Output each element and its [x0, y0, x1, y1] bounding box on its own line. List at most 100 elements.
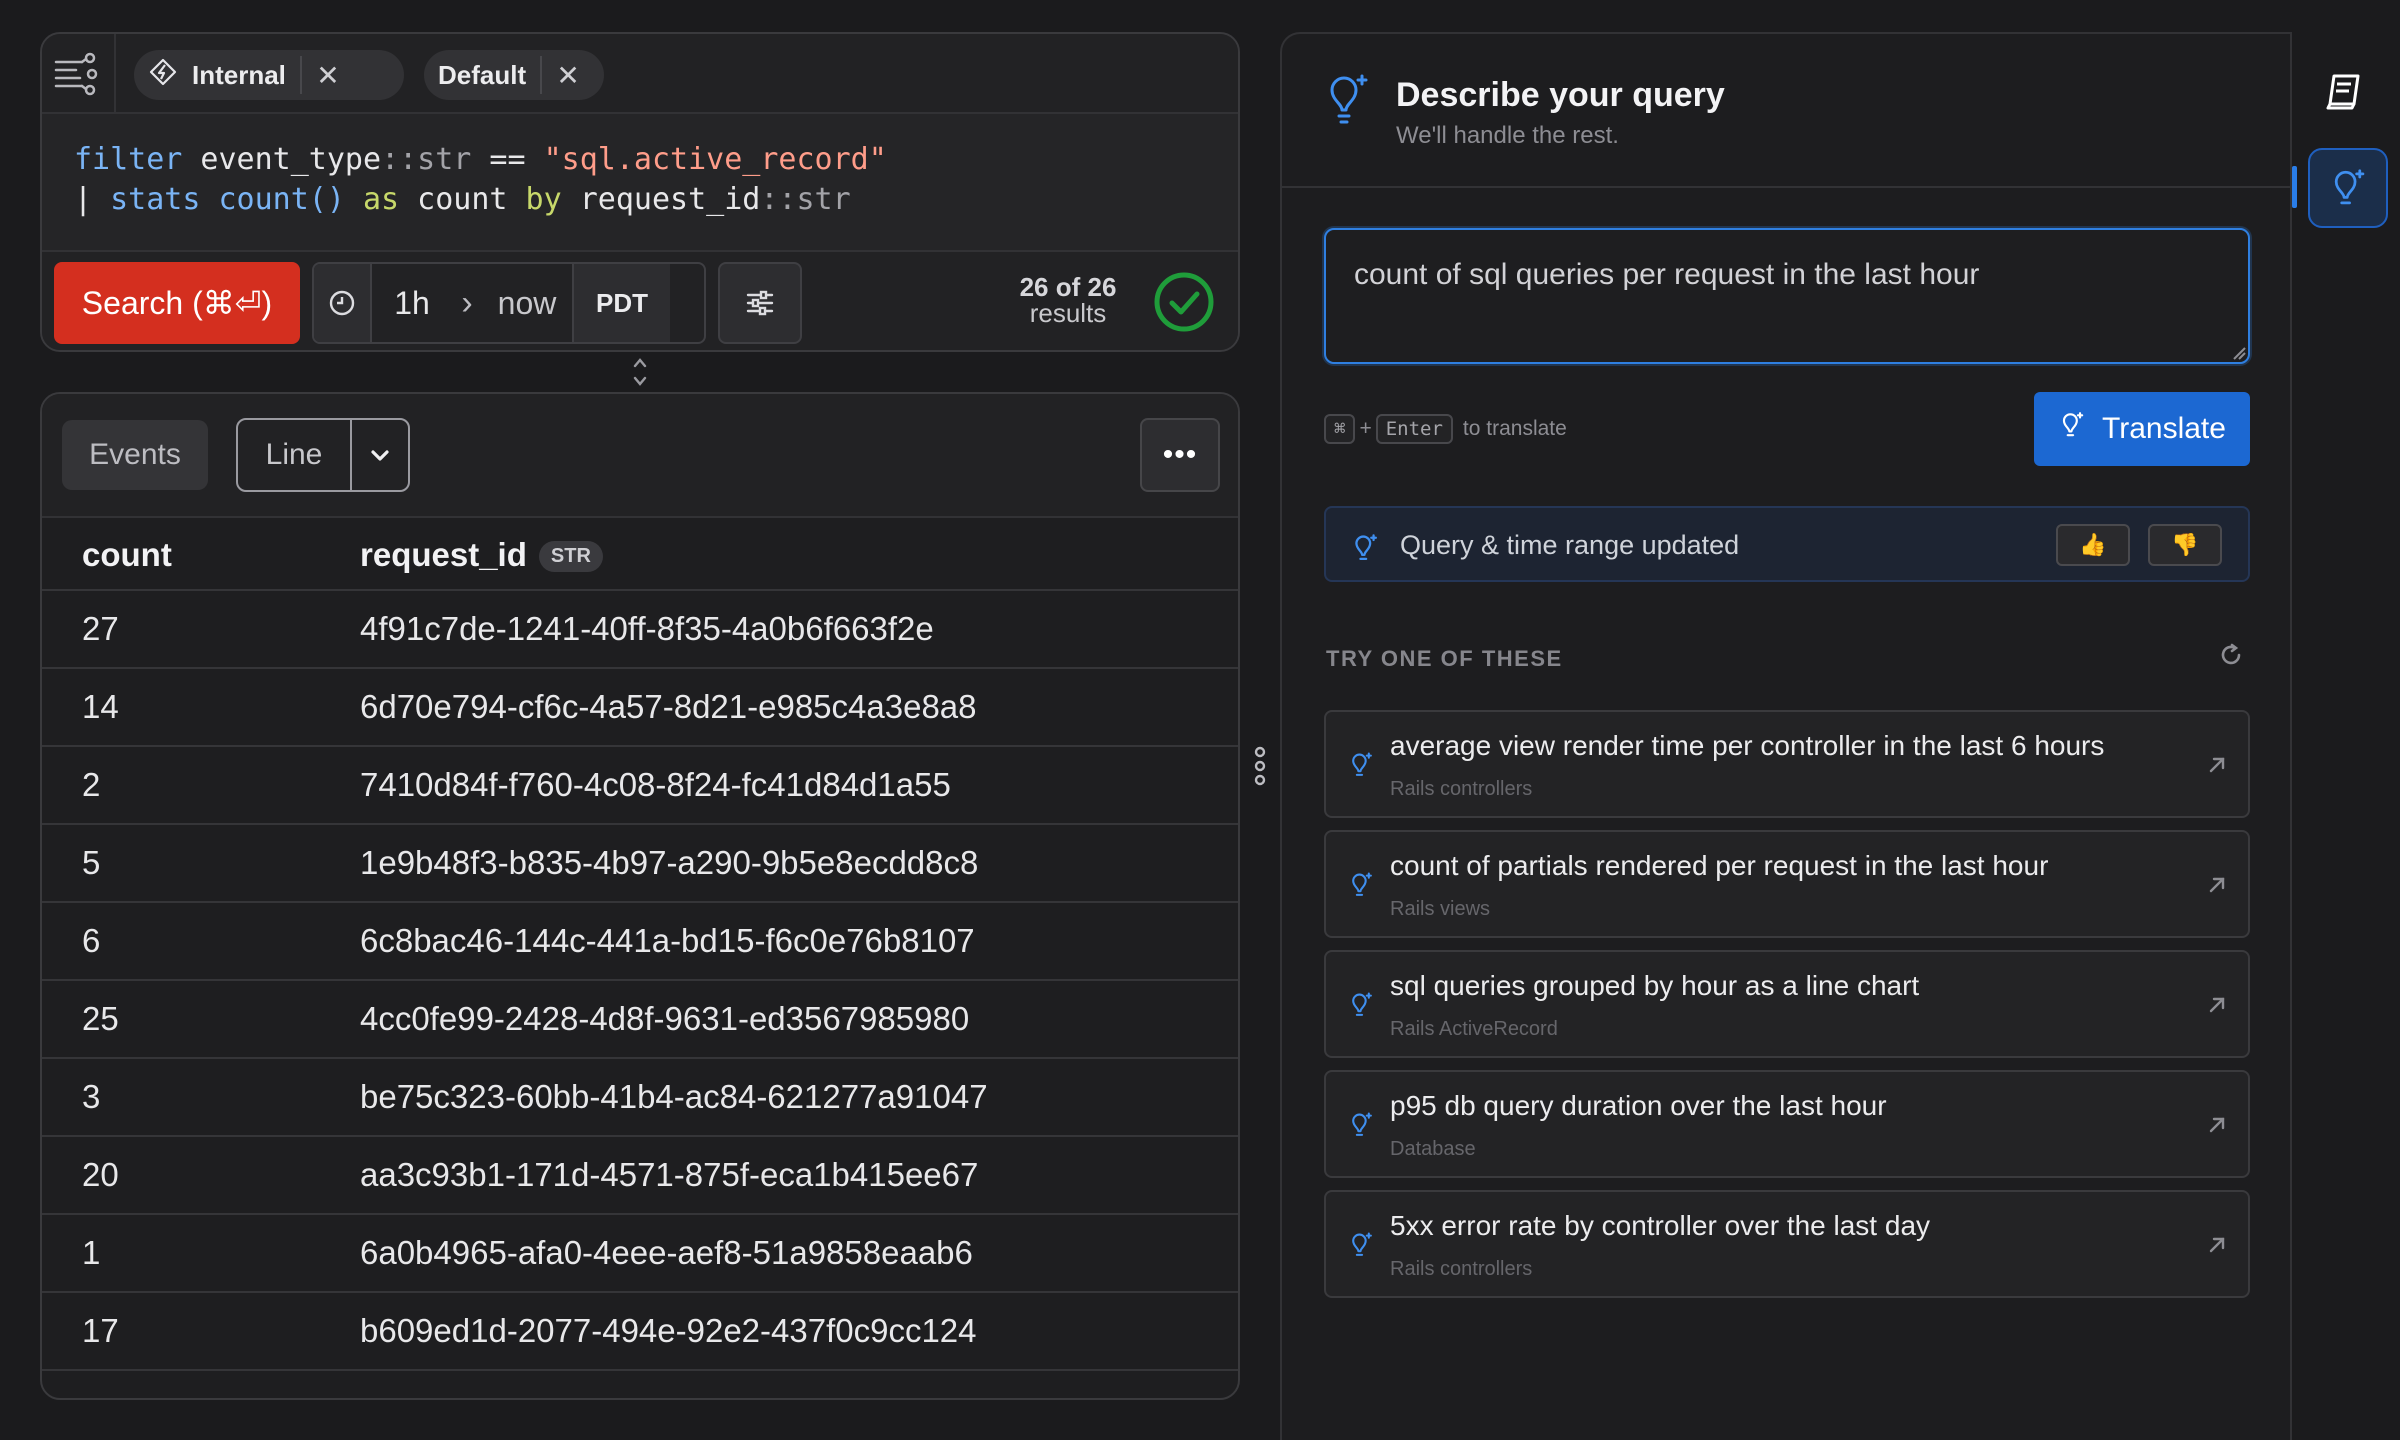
count-cell: 17 — [42, 1292, 360, 1371]
query-token: count — [399, 182, 508, 217]
hint-plus: + — [1359, 417, 1372, 440]
query-editor[interactable]: filter event_type::str == "sql.active_re… — [74, 140, 887, 220]
table-row[interactable]: 6 6c8bac46-144c-441a-bd15-f6c0e76b8107 — [42, 902, 1238, 981]
clock-icon[interactable] — [314, 264, 372, 342]
sliders-icon[interactable] — [718, 262, 802, 344]
events-button[interactable]: Events — [62, 420, 208, 490]
chevron-down-icon[interactable] — [352, 420, 408, 490]
success-check-icon — [1152, 270, 1216, 334]
right-rail — [2290, 32, 2400, 1440]
more-options-button[interactable]: ••• — [1140, 418, 1220, 492]
arrow-up-right-icon[interactable] — [2206, 1114, 2228, 1141]
cmd-key: ⌘ — [1324, 414, 1356, 444]
count-cell: 3 — [42, 1058, 360, 1137]
suggestion-title: average view render time per controller … — [1390, 730, 2105, 761]
pane-splitter-handle[interactable] — [1250, 744, 1270, 788]
lightbulb-sparkle-icon — [1348, 1230, 1374, 1265]
table-row[interactable]: 17 b609ed1d-2077-494e-92e2-437f0c9cc124 — [42, 1292, 1238, 1371]
status-banner: Query & time range updated 👍 👎 — [1324, 506, 2250, 582]
dataset-bolt-icon — [148, 57, 178, 94]
query-token: "sql.active_record" — [543, 142, 887, 177]
panel-subtitle: We'll handle the rest. — [1396, 122, 1619, 149]
suggestion-tag: Rails controllers — [1390, 1258, 1533, 1280]
query-token: ::str — [760, 182, 851, 217]
suggestion-card[interactable]: p95 db query duration over the last hour… — [1324, 1070, 2250, 1178]
arrow-up-right-icon[interactable] — [2206, 1234, 2228, 1261]
query-token: as — [344, 182, 400, 217]
translate-button[interactable]: Translate — [2034, 392, 2250, 466]
table-row[interactable]: 1 6a0b4965-afa0-4eee-aef8-51a9858eaab6 — [42, 1214, 1238, 1293]
range-start[interactable]: 1h — [372, 264, 452, 342]
table-row[interactable]: 25 4cc0fe99-2428-4d8f-9631-ed3567985980 — [42, 980, 1238, 1059]
suggestion-title: p95 db query duration over the last hour — [1390, 1090, 1887, 1121]
table-row[interactable]: 14 6d70e794-cf6c-4a57-8d21-e985c4a3e8a8 — [42, 668, 1238, 747]
suggestion-title: sql queries grouped by hour as a line ch… — [1390, 970, 1920, 1001]
count-cell: 1 — [42, 1214, 360, 1293]
table-row[interactable]: 5 1e9b48f3-b835-4b97-a290-9b5e8ecdd8c8 — [42, 824, 1238, 903]
search-button[interactable]: Search (⌘⏎) — [54, 262, 300, 344]
suggestion-card[interactable]: count of partials rendered per request i… — [1324, 830, 2250, 938]
visualization-value: Line — [238, 420, 352, 490]
table-row[interactable]: 27 4f91c7de-1241-40ff-8f35-4a0b6f663f2e — [42, 590, 1238, 669]
results-card: Events Line ••• count request_id STR 27 4f… — [40, 392, 1240, 1400]
tab-default-label: Default — [438, 59, 527, 90]
table-row[interactable]: 2 7410d84f-f760-4c08-8f24-fc41d84d1a55 — [42, 746, 1238, 825]
arrow-up-right-icon[interactable] — [2206, 994, 2228, 1021]
textarea-resize-grip[interactable] — [2232, 346, 2246, 365]
arrow-up-right-icon[interactable] — [2206, 754, 2228, 781]
count-cell: 14 — [42, 668, 360, 747]
tab-default[interactable]: Default ✕ — [424, 50, 604, 100]
natural-language-query-input[interactable]: count of sql queries per request in the … — [1324, 228, 2250, 364]
lightbulb-sparkle-icon — [1348, 750, 1374, 785]
request-id-cell: 6c8bac46-144c-441a-bd15-f6c0e76b8107 — [360, 902, 1238, 981]
request-id-cell: aa3c93b1-171d-4571-875f-eca1b415ee67 — [360, 1136, 1238, 1215]
thumbs-up-button[interactable]: 👍 — [2056, 524, 2130, 566]
book-icon[interactable] — [2322, 70, 2366, 119]
request-id-cell: b609ed1d-2077-494e-92e2-437f0c9cc124 — [360, 1292, 1238, 1371]
count-cell: 25 — [42, 980, 360, 1059]
visualization-select[interactable]: Line — [236, 418, 410, 492]
timezone-button[interactable]: PDT — [572, 264, 670, 342]
vertical-resize-handle[interactable] — [628, 354, 652, 390]
request-id-cell: 4cc0fe99-2428-4d8f-9631-ed3567985980 — [360, 980, 1238, 1059]
column-header-count[interactable]: count — [42, 520, 360, 591]
suggestion-card[interactable]: average view render time per controller … — [1324, 710, 2250, 818]
query-assistant-panel: Describe your query We'll handle the res… — [1280, 32, 2290, 1440]
type-badge: STR — [538, 541, 603, 573]
lightbulb-sparkle-icon — [1322, 70, 1372, 131]
table-row[interactable]: 20 aa3c93b1-171d-4571-875f-eca1b415ee67 — [42, 1136, 1238, 1215]
lightbulb-sparkle-icon — [2058, 410, 2086, 448]
count-cell: 27 — [42, 590, 360, 669]
tab-internal[interactable]: Internal ✕ — [134, 50, 404, 100]
query-token: count() — [200, 182, 345, 217]
query-toolbar: Search (⌘⏎) 1h › now PDT 26 of 26 result… — [42, 250, 1238, 350]
range-end[interactable]: now — [482, 264, 572, 342]
column-header-request-id[interactable]: request_id STR — [360, 520, 1238, 591]
suggestion-title: count of partials rendered per request i… — [1390, 850, 2049, 881]
table-row[interactable]: 3 be75c323-60bb-41b4-ac84-621277a91047 — [42, 1058, 1238, 1137]
suggestion-tag: Database — [1390, 1138, 1476, 1160]
suggestion-card[interactable]: 5xx error rate by controller over the la… — [1324, 1190, 2250, 1298]
suggestion-card[interactable]: sql queries grouped by hour as a line ch… — [1324, 950, 2250, 1058]
lightbulb-sparkle-icon — [1348, 870, 1374, 905]
result-count-label: results — [1029, 298, 1107, 328]
lightbulb-sparkle-icon — [1350, 532, 1380, 569]
active-indicator — [2292, 166, 2297, 208]
table-header-row: count request_id STR — [42, 520, 1238, 591]
time-range-picker[interactable]: 1h › now PDT — [312, 262, 706, 344]
count-cell: 6 — [42, 902, 360, 981]
close-icon[interactable]: ✕ — [542, 59, 594, 92]
refresh-icon[interactable] — [2218, 642, 2244, 673]
request-id-cell: 1e9b48f3-b835-4b97-a290-9b5e8ecdd8c8 — [360, 824, 1238, 903]
close-icon[interactable]: ✕ — [302, 59, 354, 92]
query-token: by — [507, 182, 562, 217]
assistant-toggle-button[interactable] — [2308, 148, 2388, 228]
request-id-cell: 4f91c7de-1241-40ff-8f35-4a0b6f663f2e — [360, 590, 1238, 669]
status-text: Query & time range updated — [1400, 530, 1740, 560]
pipeline-icon[interactable] — [42, 34, 116, 114]
arrow-up-right-icon[interactable] — [2206, 874, 2228, 901]
results-table: count request_id STR 27 4f91c7de-1241-40ff… — [42, 520, 1238, 1371]
query-token: event_type — [182, 142, 382, 177]
results-body: 27 4f91c7de-1241-40ff-8f35-4a0b6f663f2e 14… — [42, 590, 1238, 1371]
thumbs-down-button[interactable]: 👎 — [2148, 524, 2222, 566]
